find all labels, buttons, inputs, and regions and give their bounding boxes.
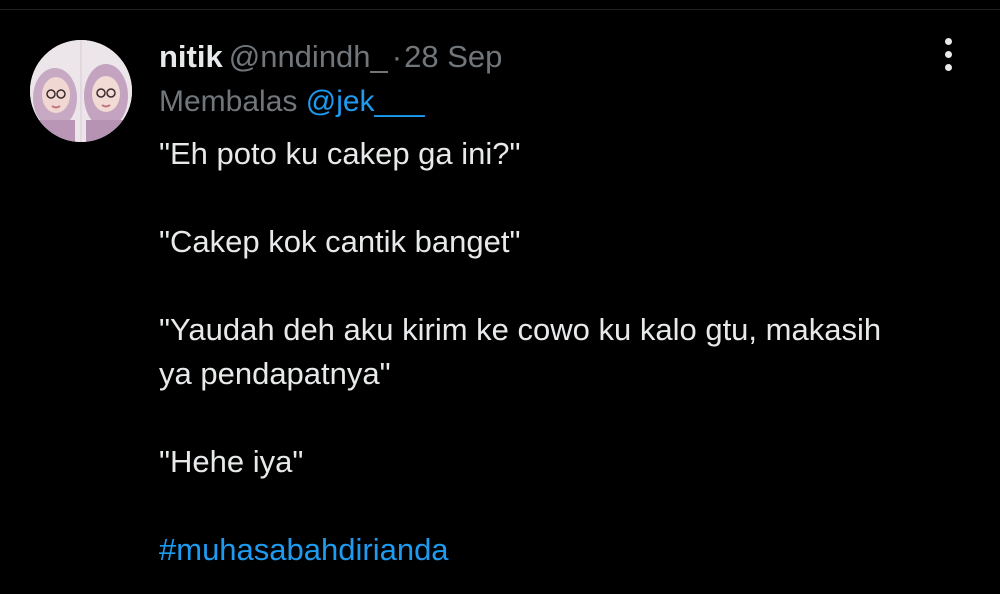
line-break (159, 484, 949, 528)
tweet-header: nitik @nndindh_ ·28 Sep (159, 36, 949, 78)
tweet[interactable]: nitik @nndindh_ ·28 Sep Membalas @jek___ "… (0, 0, 1000, 594)
reply-context: Membalas @jek___ (159, 82, 949, 122)
more-options-button[interactable] (930, 34, 966, 74)
tweet-line: ya pendapatnya" (159, 356, 391, 391)
avatar-image (30, 40, 132, 142)
line-break (159, 176, 949, 220)
tweet-content: nitik @nndindh_ ·28 Sep Membalas @jek___ "… (159, 36, 949, 572)
tweet-line: "Eh poto ku cakep ga ini?" (159, 136, 521, 171)
more-vertical-icon (944, 50, 952, 58)
header-separator: · (391, 39, 403, 74)
hashtag-link[interactable]: #muhasabahdirianda (159, 528, 949, 572)
reply-prefix: Membalas (159, 85, 298, 118)
tweet-timestamp[interactable]: 28 Sep (404, 39, 502, 74)
author-display-name[interactable]: nitik (159, 39, 223, 74)
more-vertical-icon (944, 63, 952, 71)
tweet-line: "Hehe iya" (159, 444, 304, 479)
more-vertical-icon (944, 37, 952, 45)
line-break (159, 396, 949, 440)
avatar[interactable] (30, 40, 132, 142)
line-break (159, 264, 949, 308)
tweet-line: "Yaudah deh aku kirim ke cowo ku kalo gt… (159, 312, 882, 347)
tweet-body: "Eh poto ku cakep ga ini?" "Cakep kok ca… (159, 132, 949, 572)
author-handle[interactable]: @nndindh_ (229, 39, 388, 74)
reply-mention-link[interactable]: @jek___ (306, 85, 425, 118)
tweet-line: "Cakep kok cantik banget" (159, 224, 521, 259)
